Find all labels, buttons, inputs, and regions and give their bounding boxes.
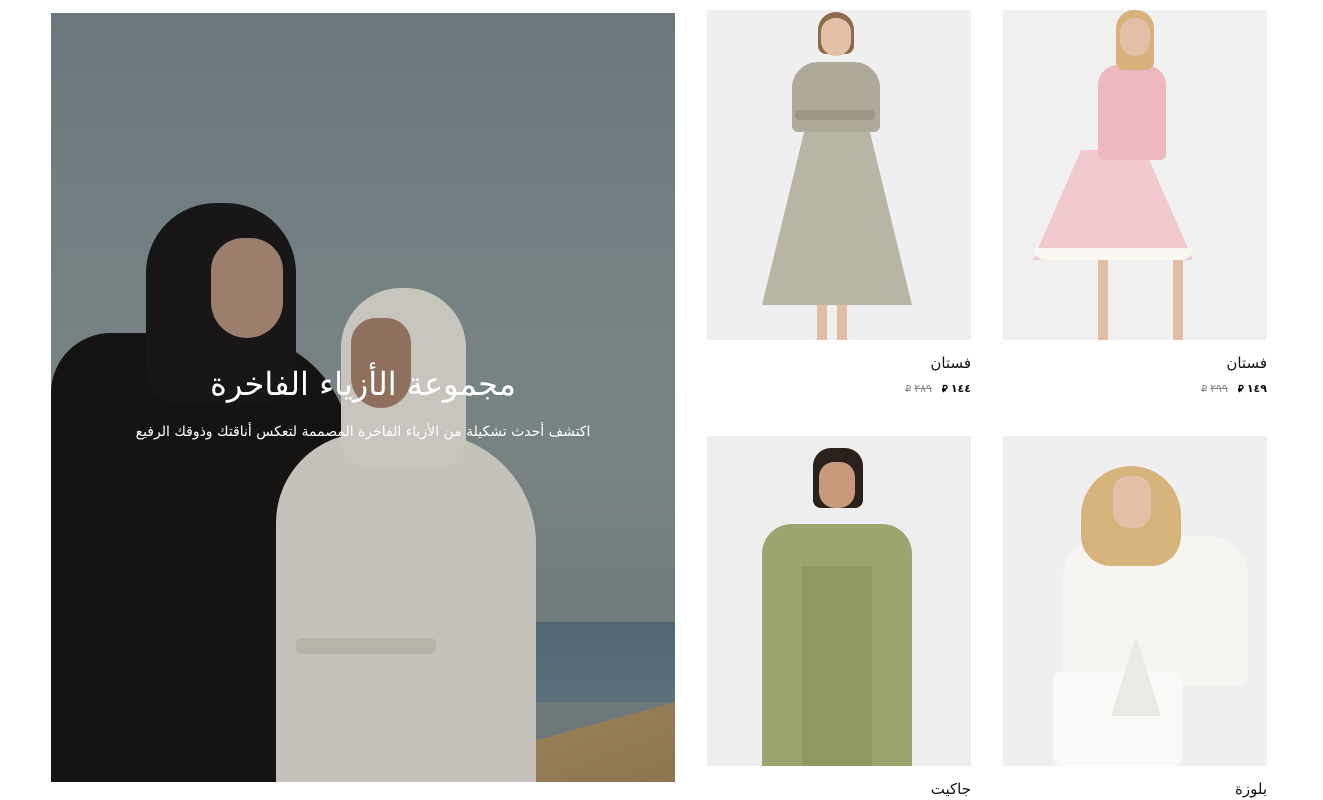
model-head	[819, 462, 855, 508]
product-old-price: ٢٩٩⃁	[1201, 382, 1228, 395]
model-leg	[837, 300, 847, 340]
product-image-pink-dress[interactable]	[1003, 10, 1267, 340]
riyal-icon: ⃁	[941, 384, 948, 395]
dress-bodice	[792, 62, 880, 132]
dress-belt	[795, 110, 875, 120]
product-card[interactable]: بلوزة	[1003, 436, 1267, 798]
model-head	[821, 18, 851, 56]
dress-bodice	[1098, 65, 1166, 160]
riyal-icon: ⃁	[1237, 384, 1244, 395]
product-prices: ١٤٩⃁ ٢٩٩⃁	[1003, 382, 1267, 395]
product-card[interactable]: فستان ١٤٩⃁ ٢٩٩⃁	[1003, 10, 1267, 395]
product-old-price: ٢٨٩⃁	[905, 382, 932, 395]
riyal-icon: ⃁	[1201, 384, 1208, 395]
jacket-front	[802, 566, 872, 766]
dress-skirt	[1033, 150, 1193, 260]
hero-title: مجموعة الأزياء الفاخرة	[210, 365, 516, 403]
product-price: ١٤٤⃁	[941, 382, 971, 395]
product-card[interactable]: جاكيت	[707, 436, 971, 798]
product-name[interactable]: فستان	[1003, 354, 1267, 372]
product-image-green-jacket[interactable]	[707, 436, 971, 766]
product-image-sage-dress[interactable]	[707, 10, 971, 340]
product-name[interactable]: بلوزة	[1003, 780, 1267, 798]
model-leg	[1173, 260, 1183, 340]
model-leg	[817, 300, 827, 340]
dress-hem	[1033, 248, 1193, 260]
product-name[interactable]: فستان	[707, 354, 971, 372]
model-head	[1120, 18, 1150, 56]
hero-banner[interactable]: مجموعة الأزياء الفاخرة اكتشف أحدث تشكيلة…	[51, 13, 675, 782]
product-image-white-blouse[interactable]	[1003, 436, 1267, 766]
hero-subtitle: اكتشف أحدث تشكيلة من الأزياء الفاخرة الم…	[135, 424, 591, 440]
product-price: ١٤٩⃁	[1237, 382, 1267, 395]
product-prices: ١٤٤⃁ ٢٨٩⃁	[707, 382, 971, 395]
skirt	[1053, 671, 1183, 766]
model-leg	[1098, 260, 1108, 340]
dress-skirt	[762, 120, 912, 305]
riyal-icon: ⃁	[905, 384, 912, 395]
product-card[interactable]: فستان ١٤٤⃁ ٢٨٩⃁	[707, 10, 971, 395]
model-head	[1113, 476, 1151, 528]
product-name[interactable]: جاكيت	[707, 780, 971, 798]
